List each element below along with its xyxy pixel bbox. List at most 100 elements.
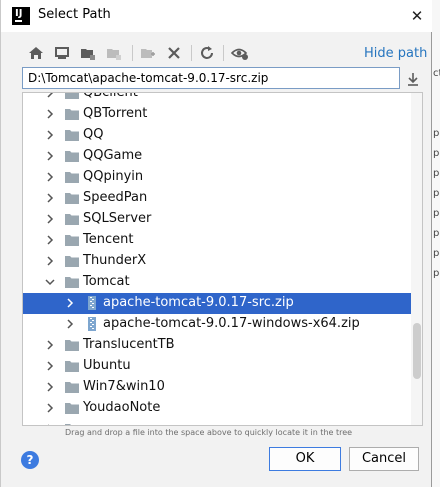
file-tree[interactable]: QBclient QBTorrent QQ QQGame QQpinyin SpeedPa…: [22, 92, 423, 426]
tree-row[interactable]: Ubuntu: [23, 356, 412, 377]
folder-icon: [65, 214, 79, 225]
tree-item-label: SQLServer: [83, 211, 152, 226]
chevron-right-icon[interactable]: [45, 130, 55, 140]
title-bar[interactable]: IJ Select Path ✕: [1, 0, 433, 32]
background-text: pe: [433, 208, 440, 219]
module-folder-button[interactable]: [103, 42, 125, 64]
chevron-right-icon[interactable]: [45, 361, 55, 371]
tree-row[interactable]: apache-tomcat-9.0.17-src.zip: [23, 293, 412, 314]
tree-row[interactable]: TranslucentTB: [23, 335, 412, 356]
tree-row[interactable]: QQ: [23, 125, 412, 146]
tree-item-label: YoudaoNote: [83, 400, 161, 415]
toolbar-separator: [223, 45, 224, 61]
refresh-button[interactable]: [196, 42, 218, 64]
tree-item-label: QQpinyin: [83, 169, 144, 184]
folder-icon: [65, 340, 79, 351]
tree-row[interactable]: YoudaoNote: [23, 398, 412, 419]
tree-item-label: SpeedPan: [83, 190, 148, 205]
tree-item-label: QQGame: [83, 148, 143, 163]
tree-item-label: Win7&win10: [83, 379, 165, 394]
tree-item-label: ThunderX: [83, 253, 147, 268]
chevron-right-icon[interactable]: [45, 424, 55, 426]
folder-icon: [65, 172, 79, 183]
intellij-app-icon: IJ: [12, 7, 30, 25]
tree-row[interactable]: SpeedPan: [23, 188, 412, 209]
show-hidden-button[interactable]: [228, 42, 250, 64]
module-folder-icon: [107, 49, 121, 60]
chevron-right-icon[interactable]: [45, 382, 55, 392]
tree-row[interactable]: apache-tomcat-9.0.17-windows-x64.zip: [23, 314, 412, 335]
chevron-right-icon[interactable]: [45, 340, 55, 350]
tree-row[interactable]: QBTorrent: [23, 104, 412, 125]
delete-button[interactable]: [163, 42, 185, 64]
close-button[interactable]: ✕: [406, 5, 428, 27]
drag-drop-hint: Drag and drop a file into the space abov…: [65, 428, 353, 437]
close-icon: ✕: [410, 7, 424, 25]
new-folder-button[interactable]: [137, 42, 159, 64]
project-folder-button[interactable]: [77, 42, 99, 64]
tree-row[interactable]: Tomcat: [23, 272, 412, 293]
background-text: pe: [433, 228, 440, 239]
show-hidden-icon: [231, 48, 248, 60]
tree-item-label: QBclient: [83, 92, 138, 100]
chevron-right-icon[interactable]: [45, 256, 55, 266]
tree-row[interactable]: 小丽图标6.0: [23, 419, 412, 426]
chevron-down-icon[interactable]: [45, 277, 55, 287]
background-window-edge: ct pe pe pe pe pe pe pe pe: [432, 0, 440, 487]
home-button[interactable]: [25, 42, 47, 64]
chevron-right-icon[interactable]: [45, 193, 55, 203]
tree-item-label: Tencent: [83, 232, 134, 247]
folder-icon: [65, 424, 71, 425]
project-folder-icon: [81, 49, 95, 60]
tree-item-label: TranslucentTB: [83, 337, 175, 352]
cancel-button[interactable]: Cancel: [349, 447, 419, 471]
chevron-right-icon[interactable]: [45, 109, 55, 119]
help-button[interactable]: ?: [21, 451, 39, 469]
chevron-right-icon[interactable]: [45, 151, 55, 161]
tree-item-label: QQ: [83, 127, 104, 142]
folder-icon: [65, 277, 79, 288]
folder-icon: [65, 361, 79, 372]
window-title: Select Path: [38, 7, 111, 22]
folder-icon: [65, 193, 79, 204]
background-text: ct: [433, 68, 440, 79]
download-button[interactable]: [403, 69, 423, 89]
hide-path-link[interactable]: Hide path: [364, 46, 427, 61]
zip-file-icon: [88, 317, 96, 331]
zip-file-icon: [88, 296, 96, 310]
scrollbar-thumb[interactable]: [413, 323, 421, 379]
path-input[interactable]: [22, 67, 400, 89]
tree-item-label: Tomcat: [83, 274, 130, 289]
tree-item-label: Ubuntu: [83, 358, 131, 373]
tree-row[interactable]: Tencent: [23, 230, 412, 251]
background-text: pe: [433, 128, 440, 139]
tree-row[interactable]: QBclient: [23, 92, 412, 104]
desktop-button[interactable]: [51, 42, 73, 64]
folder-icon: [65, 109, 79, 120]
help-icon: ?: [26, 453, 34, 467]
chevron-right-icon[interactable]: [65, 298, 75, 308]
background-text: pe: [433, 188, 440, 199]
tree-row[interactable]: QQGame: [23, 146, 412, 167]
tree-row[interactable]: SQLServer: [23, 209, 412, 230]
folder-icon: [65, 93, 79, 99]
folder-icon: [65, 130, 79, 141]
chevron-right-icon[interactable]: [45, 92, 55, 98]
chevron-right-icon[interactable]: [45, 172, 55, 182]
background-text: pe: [433, 268, 440, 279]
tree-item-label: apache-tomcat-9.0.17-windows-x64.zip: [103, 316, 360, 331]
tree-item-label: apache-tomcat-9.0.17-src.zip: [103, 295, 294, 310]
ok-button[interactable]: OK: [269, 447, 341, 471]
chevron-right-icon[interactable]: [45, 403, 55, 413]
tree-row[interactable]: ThunderX: [23, 251, 412, 272]
tree-row[interactable]: Win7&win10: [23, 377, 412, 398]
app-icon-text: IJ: [15, 8, 23, 19]
desktop-icon: [55, 47, 69, 59]
select-path-dialog: IJ Select Path ✕ Hide path D:\Tomcat\apa…: [0, 0, 433, 487]
chevron-right-icon[interactable]: [65, 319, 75, 329]
folder-icon: [65, 403, 79, 414]
tree-row[interactable]: QQpinyin: [23, 167, 412, 188]
chevron-right-icon[interactable]: [45, 235, 55, 245]
tree-scrollbar[interactable]: [411, 93, 422, 425]
chevron-right-icon[interactable]: [45, 214, 55, 224]
